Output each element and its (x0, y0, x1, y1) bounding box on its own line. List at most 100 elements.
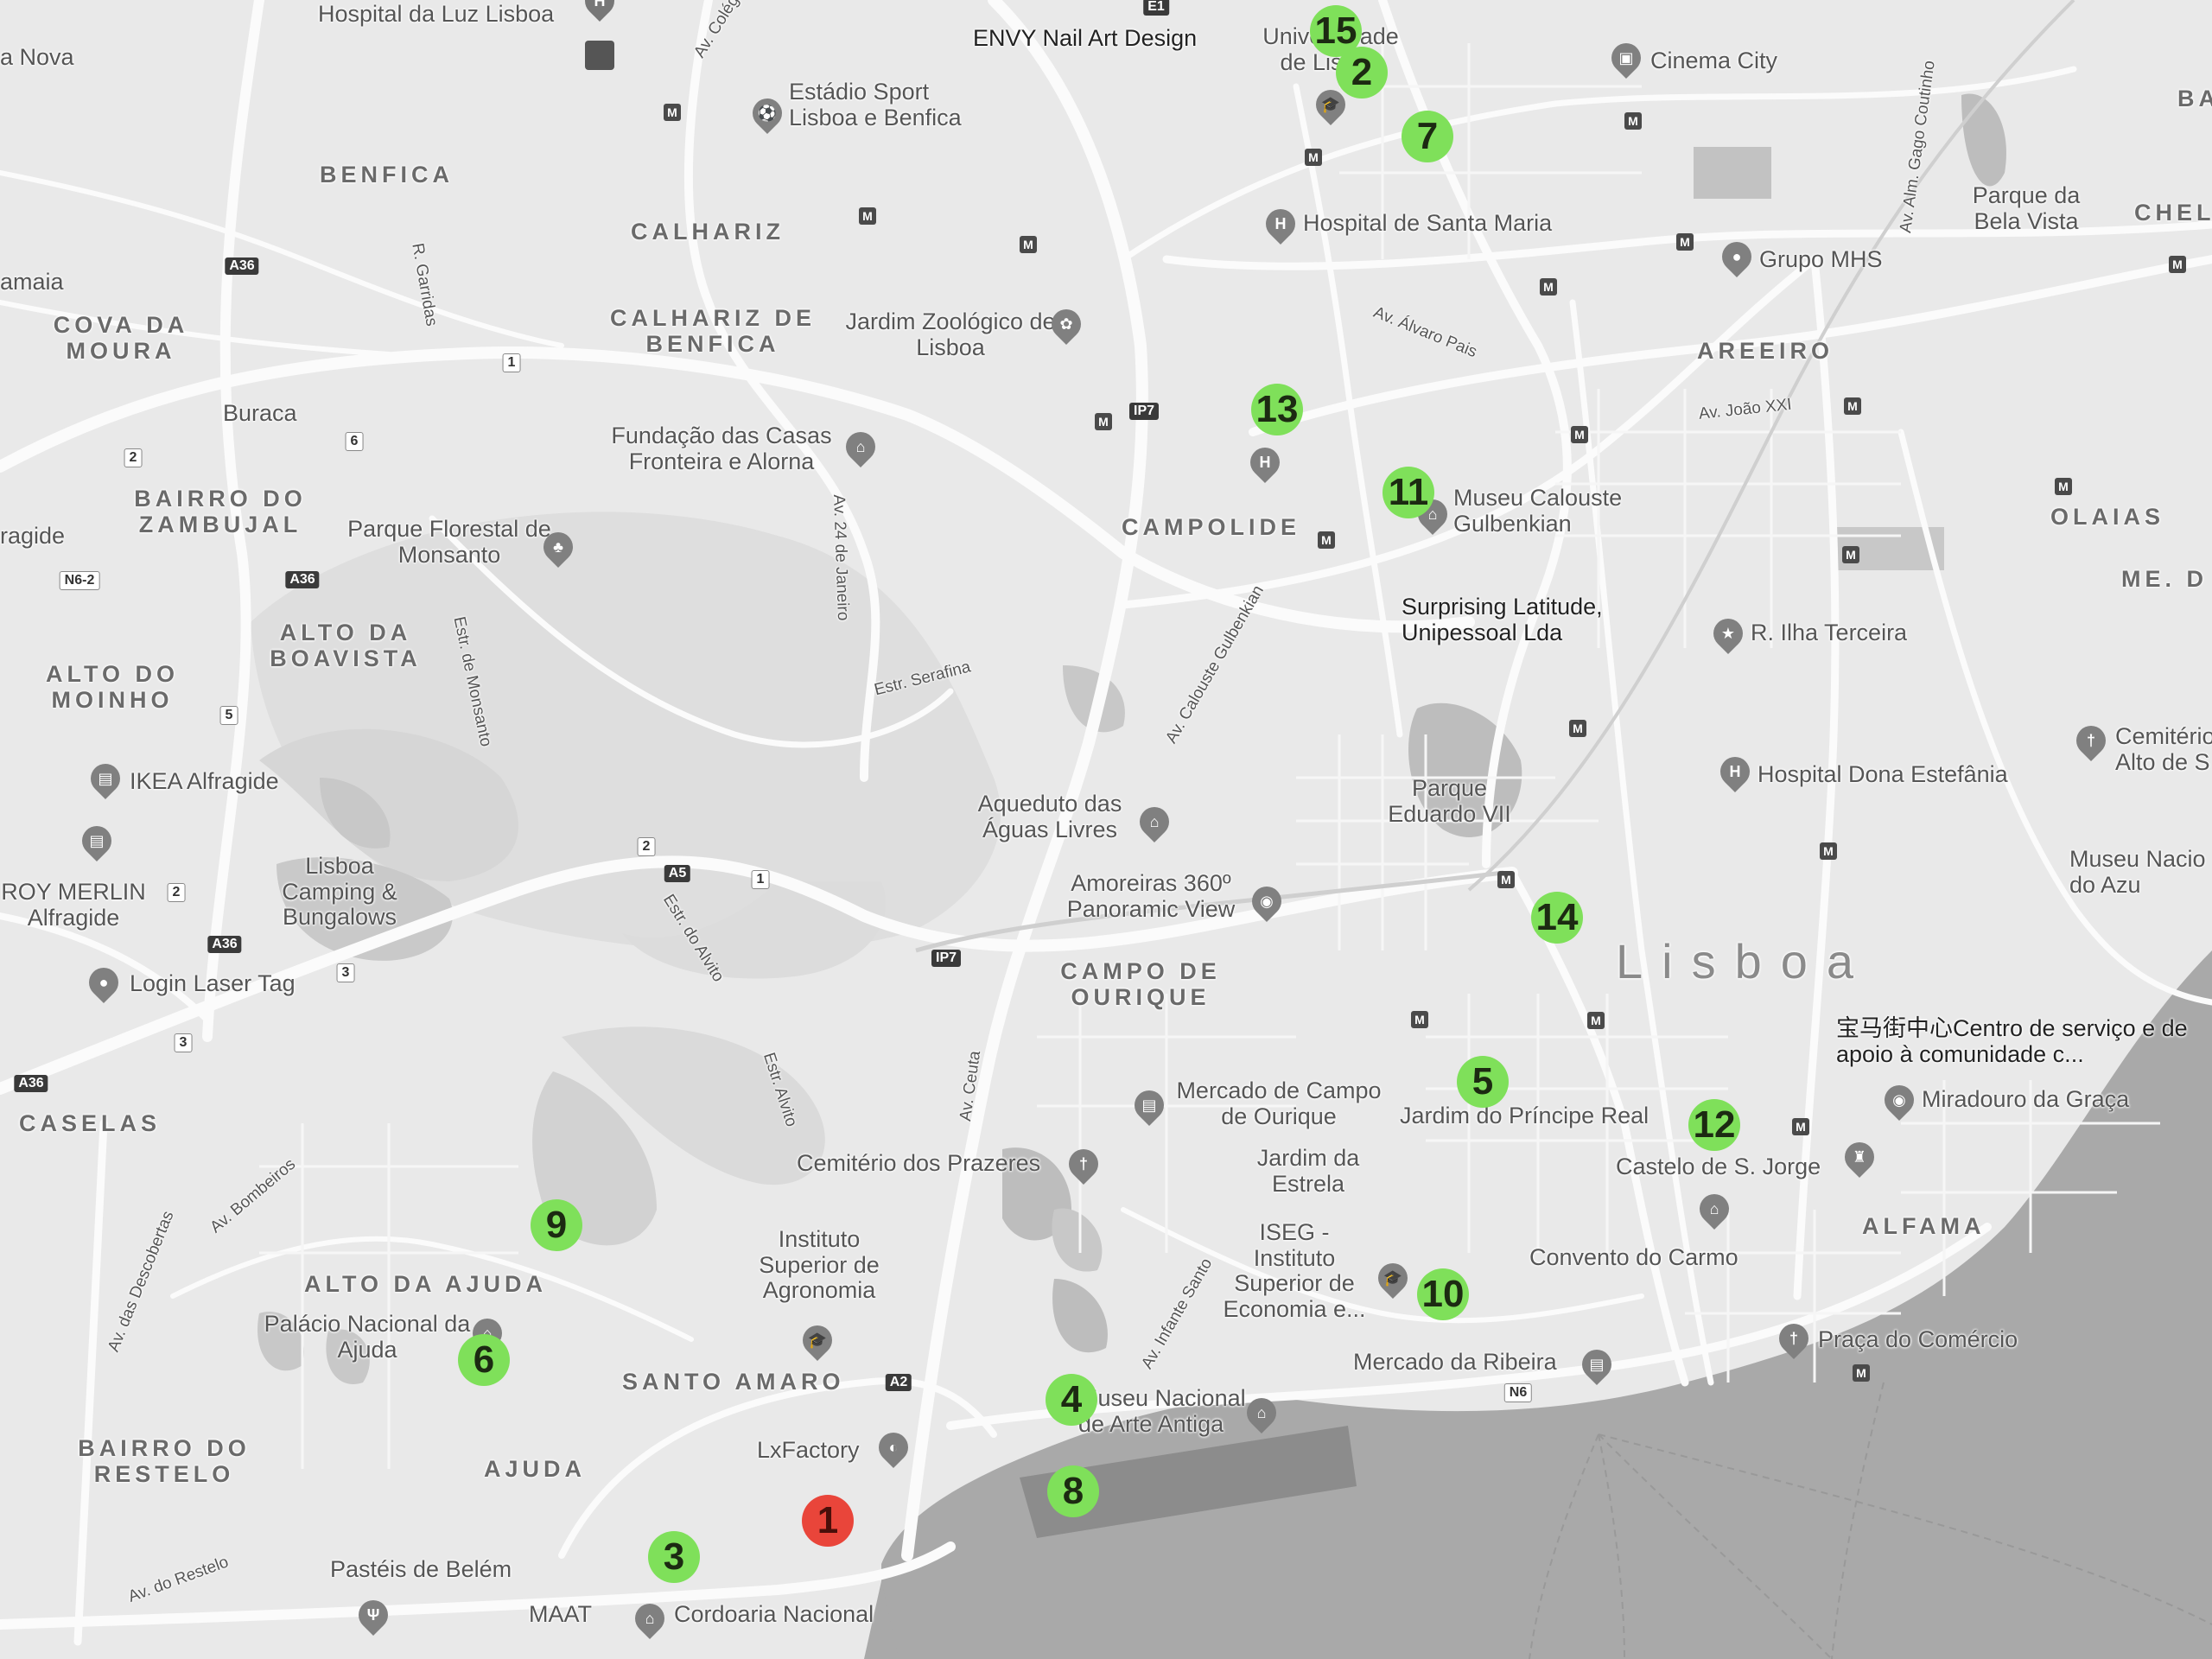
metro-icon[interactable]: M (1095, 413, 1112, 430)
metro-icon[interactable]: M (1571, 426, 1588, 443)
poi-label[interactable]: Hospital Dona Estefânia (1758, 761, 2008, 788)
metro-icon[interactable]: M (1853, 1364, 1870, 1382)
tree-icon[interactable]: ♣ (537, 525, 580, 569)
poi-label[interactable]: Jardim Zoológico de Lisboa (842, 308, 1058, 360)
shopping-icon[interactable]: ▤ (84, 757, 127, 800)
marker-9[interactable]: 9 (531, 1199, 582, 1251)
church-icon[interactable]: † (1062, 1142, 1105, 1185)
metro-icon[interactable]: M (1411, 1011, 1428, 1028)
museum-icon[interactable]: ⌂ (839, 425, 882, 468)
marker-15[interactable]: 15 (1310, 5, 1362, 57)
poi-label[interactable]: MAAT (529, 1601, 592, 1628)
metro-icon[interactable]: M (1624, 112, 1642, 130)
cinema-icon[interactable]: ▣ (1605, 36, 1648, 79)
church-icon[interactable]: † (1772, 1317, 1815, 1360)
metro-icon[interactable]: M (1792, 1118, 1809, 1135)
poi-label[interactable]: ISEG - Instituto Superior de Economia e.… (1217, 1219, 1372, 1323)
museum-icon[interactable]: ⌂ (628, 1597, 671, 1640)
shopping-icon[interactable]: ▤ (1575, 1343, 1618, 1386)
metro-icon[interactable]: M (1842, 546, 1859, 563)
poi-label[interactable]: Miradouro da Graça (1922, 1086, 2129, 1113)
poi-label[interactable]: Cemitério Alto de S (2115, 723, 2212, 775)
marker-7[interactable]: 7 (1402, 111, 1453, 162)
camera-icon[interactable]: ◉ (1245, 880, 1288, 923)
hospital-icon[interactable]: H (1243, 441, 1287, 484)
poi-label[interactable]: Cemitério dos Prazeres (797, 1150, 1040, 1177)
poi-label[interactable]: Parque Eduardo VII (1378, 775, 1521, 827)
poi-label[interactable]: Estádio Sport Lisboa e Benfica (789, 79, 996, 130)
hospital-icon[interactable]: H (1259, 202, 1302, 245)
metro-icon[interactable]: M (1540, 278, 1557, 296)
castle-icon[interactable]: ♜ (1838, 1135, 1881, 1179)
marker-13[interactable]: 13 (1251, 384, 1303, 435)
poi-label[interactable]: Parque da Bela Vista (1961, 182, 2091, 234)
poi-label[interactable]: Palácio Nacional da Ajuda (259, 1311, 475, 1363)
poi-label[interactable]: Fundação das Casas Fronteira e Alorna (596, 423, 847, 474)
marker-8[interactable]: 8 (1047, 1465, 1099, 1517)
poi-label[interactable]: Amoreiras 360º Panoramic View (1052, 870, 1249, 922)
poi-label[interactable]: Cinema City (1650, 48, 1777, 74)
metro-icon[interactable]: M (1497, 871, 1515, 888)
metro-icon[interactable]: M (1020, 236, 1037, 253)
pin-icon[interactable]: ● (82, 961, 125, 1004)
marker-12[interactable]: 12 (1688, 1099, 1740, 1151)
metro-icon[interactable]: M (1305, 149, 1322, 166)
metro-icon[interactable]: M (1569, 720, 1586, 737)
palette-icon[interactable]: ◐ (872, 1426, 915, 1469)
poi-label[interactable]: Grupo MHS (1759, 246, 1883, 273)
school-icon[interactable]: 🎓 (796, 1319, 839, 1362)
cafe-icon[interactable]: Ψ (352, 1593, 395, 1637)
zoo-icon[interactable]: ✿ (1045, 302, 1088, 346)
marker-11[interactable]: 11 (1382, 467, 1434, 518)
church-icon[interactable]: † (2069, 719, 2113, 762)
poi-label[interactable]: Cordoaria Nacional (674, 1601, 874, 1628)
poi-label[interactable]: Jardim da Estrela (1230, 1145, 1386, 1197)
marker-1[interactable]: 1 (802, 1495, 854, 1547)
poi-label[interactable]: Museu Nacio do Azu (2069, 846, 2212, 898)
poi-label[interactable]: ENVY Nail Art Design (973, 25, 1197, 52)
camera-icon[interactable]: ◉ (1878, 1078, 1921, 1122)
pin-icon[interactable]: ● (1715, 235, 1758, 278)
poi-label[interactable]: R. Ilha Terceira (1751, 620, 1907, 646)
marker-14[interactable]: 14 (1531, 892, 1583, 944)
metro-icon[interactable]: M (1820, 842, 1837, 860)
metro-icon[interactable]: M (1587, 1012, 1605, 1029)
poi-label[interactable]: Castelo de S. Jorge (1616, 1154, 1821, 1180)
poi-label[interactable]: Lisboa Camping & Bungalows (275, 853, 404, 931)
poi-label[interactable]: Parque Florestal de Monsanto (346, 516, 553, 568)
poi-label[interactable]: Login Laser Tag (130, 970, 296, 997)
shopping-icon[interactable]: ▤ (1128, 1084, 1171, 1127)
poi-label[interactable]: Museu Nacional de Arte Antiga (1078, 1385, 1251, 1437)
metro-icon[interactable]: M (2055, 478, 2072, 495)
poi-label[interactable]: Hospital de Santa Maria (1303, 210, 1552, 237)
marker-5[interactable]: 5 (1457, 1056, 1509, 1108)
poi-label[interactable]: Convento do Carmo (1529, 1244, 1738, 1271)
poi-label[interactable]: Mercado de Campo de Ourique (1171, 1077, 1387, 1129)
marker-6[interactable]: 6 (458, 1334, 510, 1386)
metro-icon[interactable]: M (1676, 233, 1694, 251)
shopping-icon[interactable] (585, 41, 614, 70)
poi-label[interactable]: 宝马街中心Centro de serviço e de apoio à comu… (1836, 1015, 2208, 1067)
star-icon[interactable]: ★ (1707, 612, 1750, 655)
stadium-icon[interactable]: ⚽ (746, 92, 789, 135)
poi-label[interactable]: ROY MERLIN Alfragide (0, 879, 147, 931)
metro-icon[interactable]: M (2169, 256, 2186, 273)
poi-label[interactable]: Hospital da Luz Lisboa (318, 1, 554, 28)
poi-label[interactable]: Instituto Superior de Agronomia (741, 1226, 897, 1304)
museum-icon[interactable]: ⌂ (1240, 1391, 1283, 1434)
poi-label[interactable]: Pastéis de Belém (330, 1556, 512, 1583)
metro-icon[interactable]: M (1318, 531, 1335, 549)
metro-icon[interactable]: M (1844, 397, 1861, 415)
poi-label[interactable]: Aqueduto das Águas Livres (968, 791, 1132, 842)
museum-icon[interactable]: ⌂ (1133, 800, 1176, 843)
metro-icon[interactable]: M (859, 207, 876, 225)
metro-icon[interactable]: M (664, 104, 681, 121)
poi-label[interactable]: Museu Calouste Gulbenkian (1453, 485, 1652, 537)
shopping-icon[interactable]: ▤ (75, 819, 118, 862)
poi-label[interactable]: IKEA Alfragide (130, 768, 279, 795)
poi-label[interactable]: Surprising Latitude, Unipessoal Lda (1402, 594, 1652, 645)
poi-label[interactable]: Jardim do Príncipe Real (1400, 1103, 1649, 1129)
school-icon[interactable]: 🎓 (1371, 1256, 1414, 1300)
marker-4[interactable]: 4 (1046, 1374, 1097, 1426)
marker-3[interactable]: 3 (648, 1531, 700, 1583)
